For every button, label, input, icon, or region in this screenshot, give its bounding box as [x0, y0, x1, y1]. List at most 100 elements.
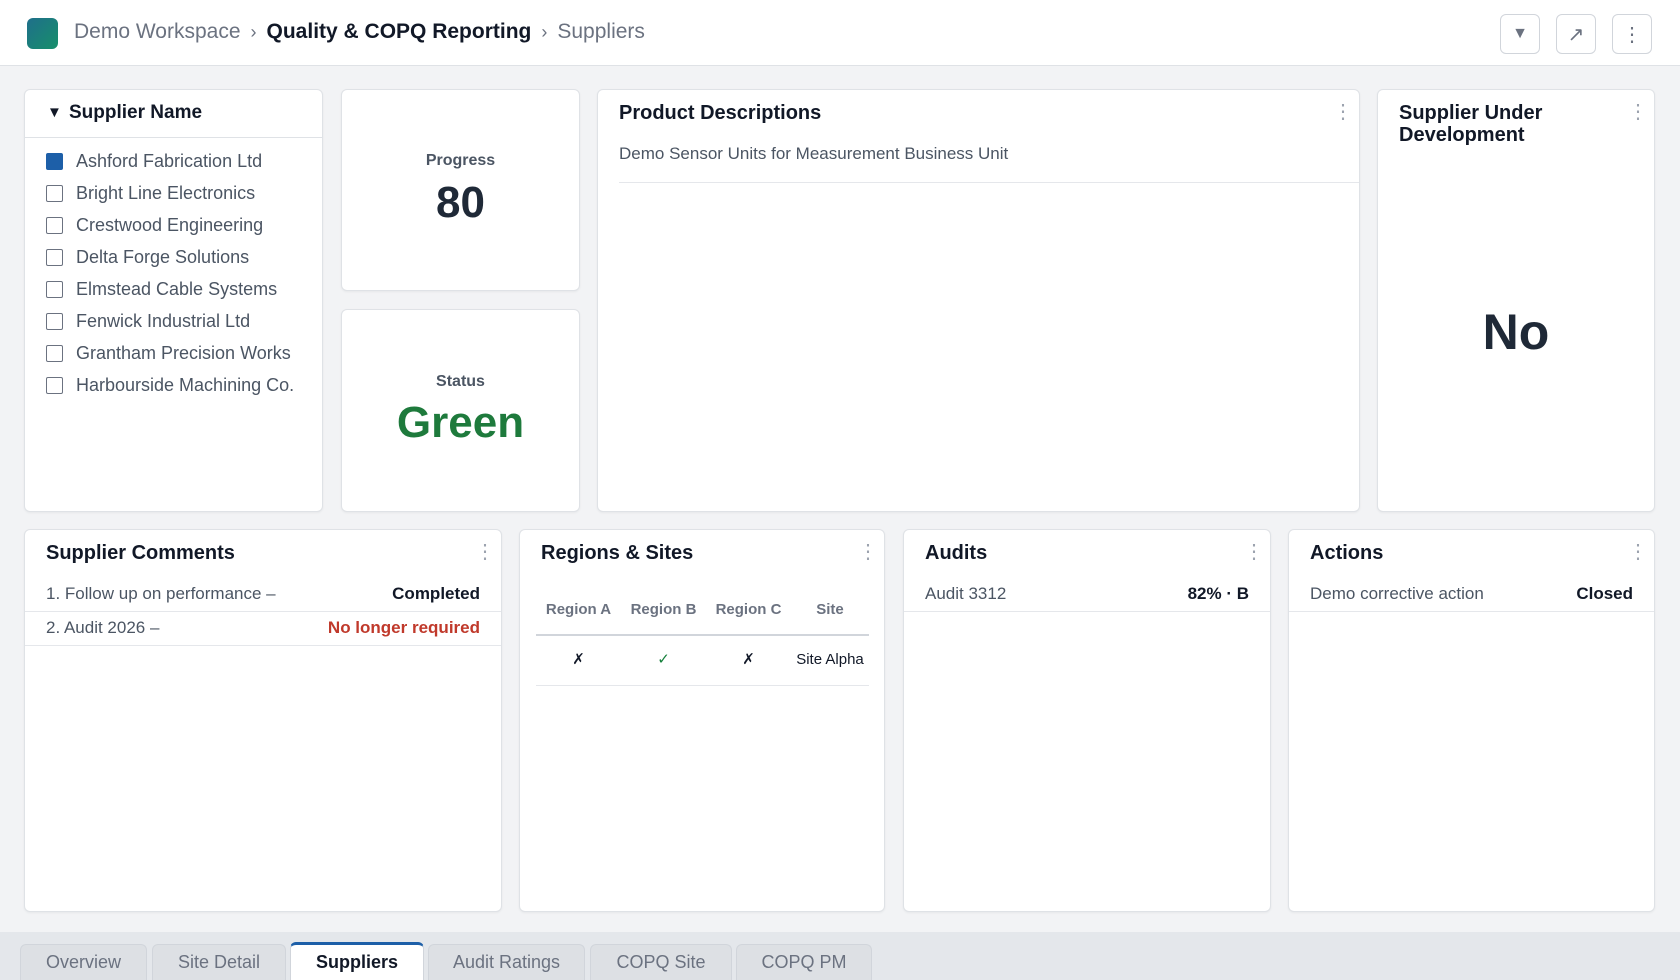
cross-icon: ✗: [706, 635, 791, 686]
table-row: ✗ ✓ ✗ Site Alpha: [536, 635, 869, 686]
supplier-option[interactable]: Fenwick Industrial Ltd: [46, 305, 312, 337]
action-state: Closed: [1576, 584, 1633, 603]
collapse-triangle-icon[interactable]: ▼: [47, 104, 62, 121]
supplier-comments-title: Supplier Comments: [46, 542, 235, 564]
status-value: Green: [396, 398, 525, 447]
more-vertical-icon[interactable]: ⋮: [1333, 102, 1353, 122]
tab-label: Overview: [45, 952, 121, 972]
regions-sites-table: Region A Region B Region C Site ✗ ✓ ✗ Si…: [536, 585, 869, 686]
supplier-option-label: Harbourside Machining Co.: [76, 374, 295, 395]
supplier-option[interactable]: Crestwood Engineering: [46, 209, 312, 241]
checkbox-icon[interactable]: [46, 312, 63, 330]
checkbox-icon[interactable]: [46, 184, 63, 202]
supplier-option-label: Ashford Fabrication Ltd: [76, 150, 263, 171]
supplier-option[interactable]: Bright Line Electronics: [46, 177, 312, 209]
supplier-option-label: Grantham Precision Works: [76, 342, 291, 363]
breadcrumb-separator-icon: ›: [541, 22, 548, 42]
comment-text: 2. Audit 2026 –: [46, 618, 160, 637]
comment-text: 1. Follow up on performance –: [46, 584, 276, 603]
cross-icon: ✗: [536, 635, 621, 686]
filter-icon: ▼: [1512, 25, 1528, 42]
tab-label: COPQ Site: [616, 952, 706, 972]
supplier-development-card: Supplier Under Development ⋮ No: [1377, 89, 1655, 512]
more-button[interactable]: ⋮: [1612, 14, 1652, 54]
product-descriptions-card: Product Descriptions ⋮ Demo Sensor Units…: [597, 89, 1360, 512]
tab-label: Suppliers: [315, 952, 399, 972]
status-card: Status Green: [341, 309, 580, 512]
more-vertical-icon[interactable]: ⋮: [1628, 102, 1648, 122]
supplier-option-label: Elmstead Cable Systems: [76, 278, 278, 299]
actions-title: Actions: [1310, 542, 1384, 564]
top-header: Demo Workspace › Quality & COPQ Reporting ›…: [0, 0, 1680, 66]
supplier-option[interactable]: Ashford Fabrication Ltd: [46, 145, 312, 177]
expand-icon: ↗: [1567, 23, 1585, 46]
checkbox-checked-icon[interactable]: [46, 152, 63, 170]
tab-copq-site[interactable]: COPQ Site: [590, 944, 732, 980]
breadcrumb-report[interactable]: Quality & COPQ Reporting: [267, 20, 532, 43]
table-header-row: Region A Region B Region C Site: [536, 585, 869, 636]
supplier-option[interactable]: Harbourside Machining Co.: [46, 369, 312, 401]
column-header-region-b[interactable]: Region B: [621, 585, 706, 636]
more-vertical-icon[interactable]: ⋮: [1628, 542, 1648, 562]
progress-card: Progress 80: [341, 89, 580, 291]
breadcrumb: Demo Workspace › Quality & COPQ Reporting ›…: [74, 20, 645, 44]
comment-status: No longer required: [327, 618, 480, 637]
action-row[interactable]: Demo corrective action Closed: [1289, 578, 1654, 612]
tab-suppliers[interactable]: Suppliers: [290, 942, 424, 980]
supplier-filter-header[interactable]: ▼ Supplier Name: [25, 90, 322, 138]
progress-value: 80: [436, 178, 485, 227]
audits-title: Audits: [925, 542, 988, 564]
supplier-option-label: Crestwood Engineering: [76, 214, 264, 235]
more-vertical-icon[interactable]: ⋮: [475, 542, 495, 562]
supplier-development-value: No: [1482, 304, 1550, 360]
audit-score: 82% · B: [1187, 584, 1249, 603]
tab-label: Audit Ratings: [452, 952, 561, 972]
supplier-filter-title: Supplier Name: [69, 102, 203, 123]
tab-label: Site Detail: [177, 952, 261, 972]
page-tab-bar: Overview Site Detail Suppliers Audit Rat…: [0, 932, 1680, 980]
checkbox-icon[interactable]: [46, 344, 63, 362]
supplier-development-title: Supplier Under Development: [1399, 102, 1543, 146]
comment-row: 2. Audit 2026 – No longer required: [25, 612, 501, 646]
product-description-text: Demo Sensor Units for Measurement Busine…: [619, 144, 1009, 163]
tab-overview[interactable]: Overview: [20, 944, 147, 980]
column-header-region-a[interactable]: Region A: [536, 585, 621, 636]
audits-card: Audits ⋮ Audit 3312 82% · B: [903, 529, 1271, 912]
workspace-logo-icon[interactable]: [27, 18, 58, 49]
more-vertical-icon[interactable]: ⋮: [1244, 542, 1264, 562]
progress-label: Progress: [425, 152, 496, 169]
tab-copq-pm[interactable]: COPQ PM: [736, 944, 872, 980]
comment-row: 1. Follow up on performance – Completed: [25, 578, 501, 612]
supplier-option-label: Fenwick Industrial Ltd: [76, 310, 251, 331]
audit-name: Audit 3312: [925, 584, 1007, 603]
product-description-row: Demo Sensor Units for Measurement Busine…: [619, 144, 1359, 183]
tab-label: COPQ PM: [761, 952, 847, 972]
checkbox-icon[interactable]: [46, 376, 63, 394]
supplier-option[interactable]: Grantham Precision Works: [46, 337, 312, 369]
supplier-option[interactable]: Delta Forge Solutions: [46, 241, 312, 273]
column-header-site[interactable]: Site: [791, 585, 869, 636]
more-vertical-icon[interactable]: ⋮: [858, 542, 878, 562]
supplier-filter-list: Ashford Fabrication Ltd Bright Line Elect…: [46, 145, 312, 401]
expand-button[interactable]: ↗: [1556, 14, 1596, 54]
checkbox-icon[interactable]: [46, 280, 63, 298]
breadcrumb-separator-icon: ›: [250, 22, 257, 42]
actions-card: Actions ⋮ Demo corrective action Closed: [1288, 529, 1655, 912]
product-descriptions-title: Product Descriptions: [619, 102, 822, 124]
column-header-region-c[interactable]: Region C: [706, 585, 791, 636]
supplier-option[interactable]: Elmstead Cable Systems: [46, 273, 312, 305]
supplier-option-label: Delta Forge Solutions: [76, 246, 250, 267]
breadcrumb-workspace[interactable]: Demo Workspace: [74, 20, 241, 43]
checkbox-icon[interactable]: [46, 248, 63, 266]
breadcrumb-page: Suppliers: [557, 20, 645, 43]
audit-row[interactable]: Audit 3312 82% · B: [904, 578, 1270, 612]
filter-button[interactable]: ▼: [1500, 14, 1540, 54]
regions-sites-title: Regions & Sites: [541, 542, 694, 564]
tab-audit-ratings[interactable]: Audit Ratings: [428, 944, 585, 980]
tab-site-detail[interactable]: Site Detail: [152, 944, 286, 980]
checkbox-icon[interactable]: [46, 216, 63, 234]
supplier-filter-card: ▼ Supplier Name Ashford Fabrication Ltd B…: [24, 89, 323, 512]
regions-sites-card: Regions & Sites ⋮ Region A Region B Regi…: [519, 529, 885, 912]
status-label: Status: [436, 373, 485, 390]
check-icon: ✓: [621, 635, 706, 686]
